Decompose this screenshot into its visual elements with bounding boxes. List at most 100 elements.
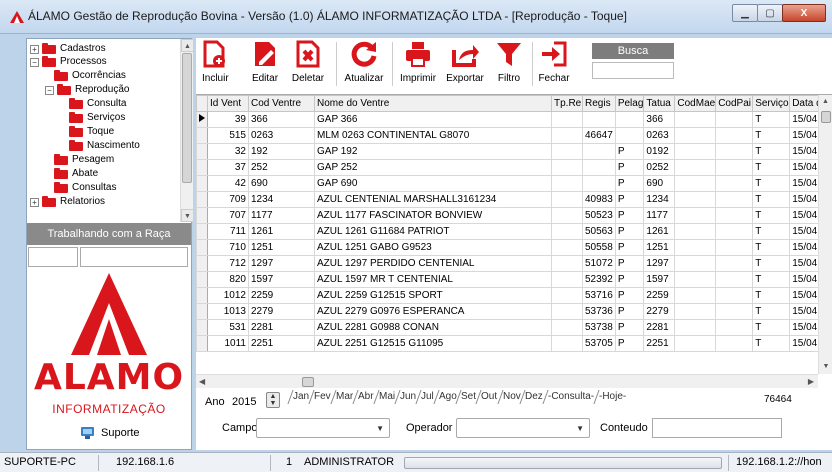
column-header[interactable]: Tatua — [643, 95, 676, 112]
table-cell[interactable]: 50563 — [582, 223, 616, 240]
table-cell[interactable]: T — [752, 239, 791, 256]
table-cell[interactable]: AZUL 1261 G11684 PATRIOT — [314, 223, 552, 240]
table-cell[interactable]: 1012 — [207, 287, 249, 304]
ano-input[interactable]: 2015 — [232, 396, 256, 408]
table-row[interactable]: 711 1261 AZUL 1261 G11684 PATRIOT 50563 P 126… — [196, 223, 825, 240]
month-tab[interactable]: -Consulta- — [542, 390, 599, 404]
table-cell[interactable] — [551, 159, 583, 176]
table-cell[interactable]: AZUL 1597 MR T CENTENIAL — [314, 271, 552, 288]
row-indicator[interactable] — [196, 287, 208, 304]
tree-item-toque[interactable]: Toque — [69, 125, 114, 138]
table-cell[interactable] — [674, 223, 717, 240]
row-indicator[interactable] — [196, 271, 208, 288]
row-indicator[interactable] — [196, 255, 208, 272]
table-cell[interactable]: 2281 — [248, 319, 315, 336]
table-cell[interactable]: P — [614, 143, 645, 160]
column-header[interactable]: Id Vent — [207, 95, 249, 112]
busca-input[interactable] — [592, 62, 674, 79]
table-row[interactable]: 515 0263 MLM 0263 CONTINENTAL G8070 46647 02… — [196, 127, 825, 144]
table-cell[interactable]: 2251 — [248, 335, 315, 352]
table-cell[interactable]: 37 — [207, 159, 249, 176]
table-cell[interactable]: GAP 366 — [314, 111, 552, 128]
table-cell[interactable]: P — [614, 191, 645, 208]
table-cell[interactable] — [715, 255, 754, 272]
collapse-icon[interactable]: − — [45, 85, 54, 95]
table-cell[interactable]: GAP 690 — [314, 175, 552, 192]
table-cell[interactable]: 2279 — [643, 303, 676, 320]
table-cell[interactable]: 0252 — [643, 159, 676, 176]
raca-name-field[interactable] — [80, 247, 188, 267]
table-cell[interactable]: GAP 252 — [314, 159, 552, 176]
table-cell[interactable] — [551, 223, 583, 240]
table-cell[interactable] — [551, 143, 583, 160]
table-cell[interactable] — [614, 127, 645, 144]
operador-select[interactable]: ▼ — [456, 418, 590, 438]
table-cell[interactable]: T — [752, 159, 791, 176]
table-cell[interactable] — [551, 207, 583, 224]
table-cell[interactable]: 1013 — [207, 303, 249, 320]
scroll-down-icon[interactable]: ▼ — [819, 360, 832, 374]
table-cell[interactable] — [715, 175, 754, 192]
row-indicator[interactable] — [196, 303, 208, 320]
table-row[interactable]: 712 1297 AZUL 1297 PERDIDO CENTENIAL 51072 P… — [196, 255, 825, 272]
table-cell[interactable] — [674, 335, 717, 352]
table-cell[interactable]: 1597 — [643, 271, 676, 288]
table-cell[interactable] — [715, 127, 754, 144]
table-row[interactable]: 709 1234 AZUL CENTENIAL MARSHALL3161234 409… — [196, 191, 825, 208]
campo-select[interactable]: ▼ — [256, 418, 390, 438]
tree-item-cadastros[interactable]: + Cadastros — [30, 42, 106, 55]
table-cell[interactable]: 710 — [207, 239, 249, 256]
tree-item-ocorrencias[interactable]: Ocorrências — [54, 69, 126, 82]
table-row[interactable]: 1012 2259 AZUL 2259 G12515 SPORT 53716 P 2259… — [196, 287, 825, 304]
table-row[interactable]: 39 366 GAP 366 366 T 15/04, — [196, 111, 825, 128]
scroll-down-icon[interactable]: ▼ — [181, 209, 193, 222]
collapse-icon[interactable]: − — [30, 57, 39, 67]
table-cell[interactable] — [715, 335, 754, 352]
row-indicator[interactable] — [196, 143, 208, 160]
spin-up-icon[interactable]: ▲ — [267, 393, 279, 400]
table-cell[interactable]: 690 — [248, 175, 315, 192]
table-cell[interactable] — [715, 223, 754, 240]
table-cell[interactable]: T — [752, 223, 791, 240]
table-row[interactable]: 820 1597 AZUL 1597 MR T CENTENIAL 52392 P 159… — [196, 271, 825, 288]
spin-down-icon[interactable]: ▼ — [267, 400, 279, 407]
table-cell[interactable]: 690 — [643, 175, 676, 192]
table-cell[interactable]: T — [752, 191, 791, 208]
table-cell[interactable]: 51072 — [582, 255, 616, 272]
table-cell[interactable] — [715, 143, 754, 160]
atualizar-button[interactable]: Atualizar — [341, 40, 387, 84]
table-cell[interactable] — [551, 191, 583, 208]
row-indicator[interactable] — [196, 159, 208, 176]
tree-item-relatorios[interactable]: + Relatorios — [30, 195, 105, 208]
table-cell[interactable] — [715, 191, 754, 208]
minimize-button[interactable]: ▁ — [732, 4, 758, 22]
table-cell[interactable] — [551, 239, 583, 256]
imprimir-button[interactable]: Imprimir — [396, 40, 440, 84]
table-cell[interactable]: T — [752, 335, 791, 352]
table-cell[interactable]: AZUL 2259 G12515 SPORT — [314, 287, 552, 304]
fechar-button[interactable]: Fechar — [538, 40, 570, 84]
table-cell[interactable]: P — [614, 319, 645, 336]
table-cell[interactable]: AZUL 2251 G12515 G11095 — [314, 335, 552, 352]
table-cell[interactable]: 712 — [207, 255, 249, 272]
table-cell[interactable]: 53736 — [582, 303, 616, 320]
grid-vertical-scrollbar[interactable]: ▲ ▼ — [818, 95, 832, 374]
conteudo-input[interactable] — [652, 418, 782, 438]
grid-horizontal-scrollbar[interactable]: ◀ ▶ — [196, 374, 818, 388]
table-cell[interactable]: T — [752, 303, 791, 320]
table-row[interactable]: 1013 2279 AZUL 2279 G0976 ESPERANCA 53736 P 2… — [196, 303, 825, 320]
tree-item-reproducao[interactable]: − Reprodução — [45, 83, 129, 96]
table-cell[interactable] — [715, 271, 754, 288]
table-cell[interactable]: P — [614, 255, 645, 272]
column-header[interactable]: Serviço — [752, 95, 791, 112]
table-cell[interactable] — [582, 159, 616, 176]
table-cell[interactable] — [674, 303, 717, 320]
table-cell[interactable]: 53705 — [582, 335, 616, 352]
table-cell[interactable] — [582, 143, 616, 160]
table-row[interactable]: 531 2281 AZUL 2281 G0988 CONAN 53738 P 2281 T 1… — [196, 319, 825, 336]
table-cell[interactable]: 515 — [207, 127, 249, 144]
table-cell[interactable]: 0263 — [248, 127, 315, 144]
table-cell[interactable]: AZUL CENTENIAL MARSHALL3161234 — [314, 191, 552, 208]
table-cell[interactable]: 252 — [248, 159, 315, 176]
table-cell[interactable]: 46647 — [582, 127, 616, 144]
